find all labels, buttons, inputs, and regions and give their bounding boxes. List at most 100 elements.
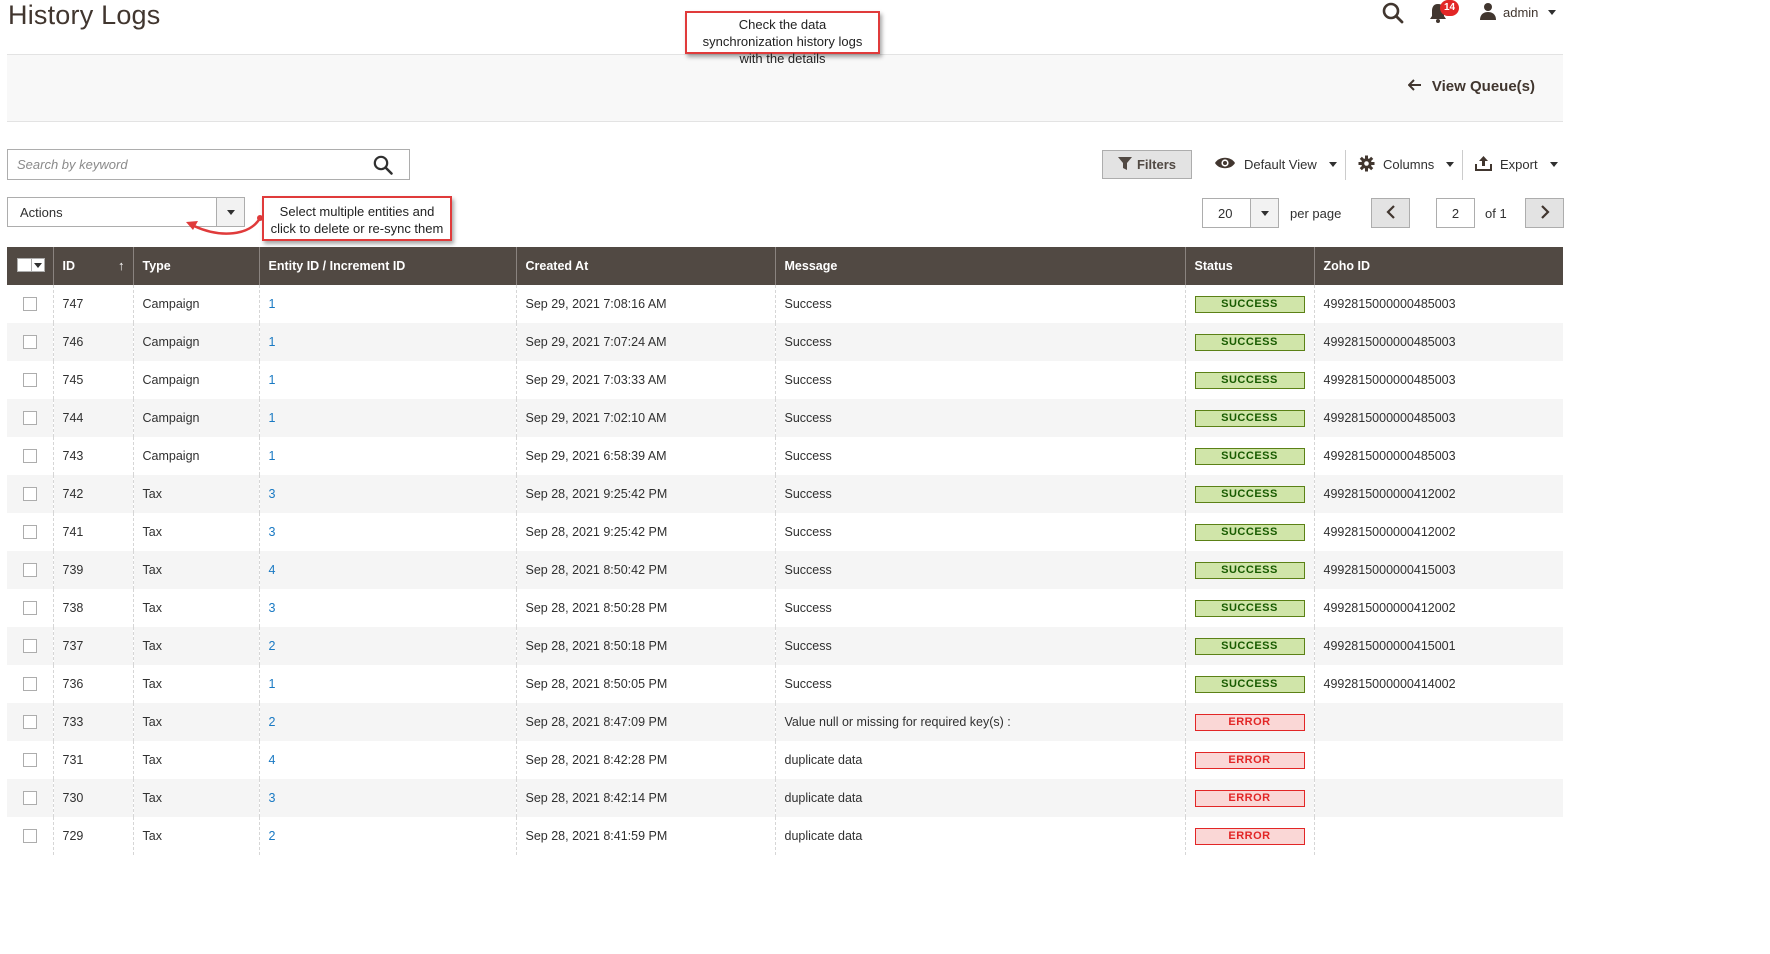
row-select-cell xyxy=(7,323,53,361)
column-header-id[interactable]: ID ↑ xyxy=(52,247,133,285)
table-row[interactable]: 746 Campaign 1 Sep 29, 2021 7:07:24 AM Succe… xyxy=(7,323,1563,361)
cell-message: duplicate data xyxy=(774,817,1185,855)
row-checkbox[interactable] xyxy=(23,753,37,768)
cell-entity-link[interactable]: 2 xyxy=(258,817,516,855)
status-badge: SUCCESS xyxy=(1194,409,1305,427)
table-row[interactable]: 738 Tax 3 Sep 28, 2021 8:50:28 PM Success SUC… xyxy=(7,589,1563,627)
cell-zoho-id: 4992815000000485003 xyxy=(1313,437,1563,475)
columns-dropdown[interactable]: Columns xyxy=(1358,150,1455,179)
cell-id: 738 xyxy=(52,589,133,627)
status-badge: SUCCESS xyxy=(1194,523,1305,541)
table-row[interactable]: 742 Tax 3 Sep 28, 2021 9:25:42 PM Success SUC… xyxy=(7,475,1563,513)
cell-type: Tax xyxy=(132,475,259,513)
column-header-created-at[interactable]: Created At xyxy=(515,247,775,285)
cell-created-at: Sep 28, 2021 8:50:42 PM xyxy=(515,551,775,589)
mass-select-checkbox[interactable] xyxy=(17,258,45,272)
search-input[interactable] xyxy=(8,150,358,179)
column-header-zoho-id[interactable]: Zoho ID xyxy=(1313,247,1563,285)
cell-entity-link[interactable]: 3 xyxy=(258,589,516,627)
cell-status: SUCCESS xyxy=(1184,513,1314,551)
row-checkbox[interactable] xyxy=(23,525,37,540)
table-row[interactable]: 747 Campaign 1 Sep 29, 2021 7:08:16 AM Succe… xyxy=(7,285,1563,323)
cell-entity-link[interactable]: 4 xyxy=(258,741,516,779)
table-row[interactable]: 730 Tax 3 Sep 28, 2021 8:42:14 PM duplicate … xyxy=(7,779,1563,817)
search-icon[interactable] xyxy=(373,155,395,177)
cell-entity-link[interactable]: 1 xyxy=(258,285,516,323)
default-view-dropdown[interactable]: Default View xyxy=(1214,150,1337,179)
row-checkbox[interactable] xyxy=(23,487,37,502)
row-checkbox[interactable] xyxy=(23,791,37,806)
table-row[interactable]: 744 Campaign 1 Sep 29, 2021 7:02:10 AM Succe… xyxy=(7,399,1563,437)
cell-entity-link[interactable]: 1 xyxy=(258,665,516,703)
cell-entity-link[interactable]: 3 xyxy=(258,779,516,817)
cell-zoho-id: 4992815000000412002 xyxy=(1313,513,1563,551)
row-select-cell xyxy=(7,779,53,817)
cell-id: 742 xyxy=(52,475,133,513)
cell-status: ERROR xyxy=(1184,703,1314,741)
row-checkbox[interactable] xyxy=(23,297,37,312)
column-header-entity-id[interactable]: Entity ID / Increment ID xyxy=(258,247,516,285)
status-badge: SUCCESS xyxy=(1194,485,1305,503)
row-checkbox[interactable] xyxy=(23,677,37,692)
cell-message: Success xyxy=(774,513,1185,551)
cell-type: Campaign xyxy=(132,285,259,323)
row-checkbox[interactable] xyxy=(23,563,37,578)
admin-user-menu[interactable]: admin xyxy=(1479,2,1557,23)
cell-entity-link[interactable]: 2 xyxy=(258,627,516,665)
table-row[interactable]: 737 Tax 2 Sep 28, 2021 8:50:18 PM Success SUC… xyxy=(7,627,1563,665)
chevron-down-icon xyxy=(1328,162,1337,167)
cell-entity-link[interactable]: 2 xyxy=(258,703,516,741)
cell-message: Success xyxy=(774,361,1185,399)
table-row[interactable]: 743 Campaign 1 Sep 29, 2021 6:58:39 AM Succe… xyxy=(7,437,1563,475)
cell-entity-link[interactable]: 3 xyxy=(258,513,516,551)
table-row[interactable]: 731 Tax 4 Sep 28, 2021 8:42:28 PM duplicate … xyxy=(7,741,1563,779)
row-checkbox[interactable] xyxy=(23,829,37,844)
filter-funnel-icon xyxy=(1117,156,1132,173)
cell-entity-link[interactable]: 1 xyxy=(258,437,516,475)
per-page-label: per page xyxy=(1290,206,1342,221)
table-row[interactable]: 733 Tax 2 Sep 28, 2021 8:47:09 PM Value null… xyxy=(7,703,1563,741)
next-page-button[interactable] xyxy=(1525,198,1564,228)
table-row[interactable]: 739 Tax 4 Sep 28, 2021 8:50:42 PM Success SUC… xyxy=(7,551,1563,589)
mass-select-header[interactable] xyxy=(7,247,53,285)
cell-entity-link[interactable]: 1 xyxy=(258,323,516,361)
cell-created-at: Sep 28, 2021 9:25:42 PM xyxy=(515,475,775,513)
cell-entity-link[interactable]: 1 xyxy=(258,399,516,437)
cell-message: Success xyxy=(774,399,1185,437)
row-checkbox[interactable] xyxy=(23,373,37,388)
cell-zoho-id: 4992815000000414002 xyxy=(1313,665,1563,703)
export-dropdown[interactable]: Export xyxy=(1475,150,1558,179)
table-row[interactable]: 745 Campaign 1 Sep 29, 2021 7:03:33 AM Succe… xyxy=(7,361,1563,399)
chevron-right-icon xyxy=(1540,204,1550,222)
status-badge: SUCCESS xyxy=(1194,447,1305,465)
table-row[interactable]: 741 Tax 3 Sep 28, 2021 9:25:42 PM Success SUC… xyxy=(7,513,1563,551)
row-checkbox[interactable] xyxy=(23,715,37,730)
row-checkbox[interactable] xyxy=(23,601,37,616)
cell-id: 737 xyxy=(52,627,133,665)
toolbar-divider xyxy=(1462,150,1463,180)
row-checkbox[interactable] xyxy=(23,449,37,464)
per-page-select[interactable]: 20 xyxy=(1202,198,1279,228)
previous-page-button[interactable] xyxy=(1371,198,1410,228)
current-page-input[interactable] xyxy=(1436,198,1475,228)
row-checkbox[interactable] xyxy=(23,335,37,350)
global-search-icon[interactable] xyxy=(1382,2,1406,26)
cell-entity-link[interactable]: 1 xyxy=(258,361,516,399)
column-header-type[interactable]: Type xyxy=(132,247,259,285)
view-queue-button[interactable]: View Queue(s) xyxy=(1407,78,1535,95)
cell-entity-link[interactable]: 3 xyxy=(258,475,516,513)
row-checkbox[interactable] xyxy=(23,639,37,654)
row-checkbox[interactable] xyxy=(23,411,37,426)
cell-status: SUCCESS xyxy=(1184,551,1314,589)
table-row[interactable]: 729 Tax 2 Sep 28, 2021 8:41:59 PM duplicate … xyxy=(7,817,1563,855)
column-header-message[interactable]: Message xyxy=(774,247,1185,285)
cell-entity-link[interactable]: 4 xyxy=(258,551,516,589)
cell-type: Tax xyxy=(132,741,259,779)
cell-status: SUCCESS xyxy=(1184,627,1314,665)
cell-id: 730 xyxy=(52,779,133,817)
filters-button[interactable]: Filters xyxy=(1102,150,1192,179)
status-badge: SUCCESS xyxy=(1194,599,1305,617)
column-header-status[interactable]: Status xyxy=(1184,247,1314,285)
notification-count-badge: 14 xyxy=(1440,0,1460,16)
table-row[interactable]: 736 Tax 1 Sep 28, 2021 8:50:05 PM Success SUC… xyxy=(7,665,1563,703)
